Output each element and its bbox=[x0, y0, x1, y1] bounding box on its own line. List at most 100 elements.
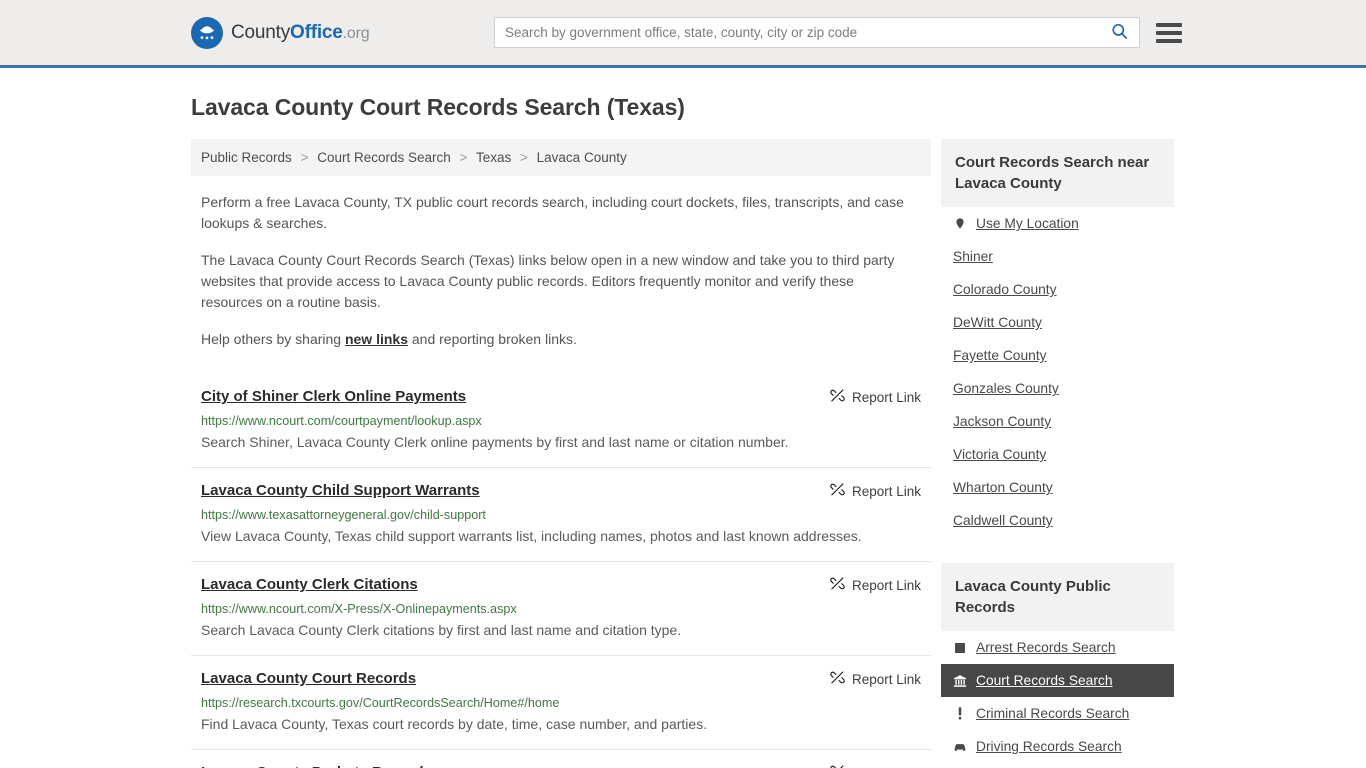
breadcrumb-separator: > bbox=[300, 150, 309, 165]
search-box bbox=[494, 17, 1140, 48]
report-link-button[interactable]: Report Link bbox=[830, 576, 931, 594]
result-header-row: Lavaca County Court Records Report Link bbox=[201, 670, 931, 688]
search-icon bbox=[1110, 22, 1129, 44]
result-description: Find Lavaca County, Texas court records … bbox=[201, 716, 708, 732]
result-title-link[interactable]: City of Shiner Clerk Online Payments bbox=[201, 388, 466, 405]
exclamation-icon bbox=[953, 707, 967, 721]
intro-paragraph-2: The Lavaca County Court Records Search (… bbox=[201, 252, 895, 310]
result-url: https://research.txcourts.gov/CourtRecor… bbox=[201, 696, 560, 710]
sidebar-nearby-item: Colorado County bbox=[941, 273, 1174, 306]
sidebar-public-records-block: Lavaca County Public Records Arrest Reco… bbox=[941, 563, 1174, 763]
sidebar-nearby-item: Caldwell County bbox=[941, 504, 1174, 537]
result-item: Lavaca County Probate Records Report Link… bbox=[191, 749, 931, 768]
report-link-button[interactable]: Report Link bbox=[830, 482, 931, 500]
sidebar-nearby-list: Use My Location Shiner Colorado County DeWi… bbox=[941, 207, 1174, 537]
sidebar-link-arrest-records-search[interactable]: Arrest Records Search bbox=[941, 631, 1174, 664]
sidebar-link-use-my-location[interactable]: Use My Location bbox=[941, 207, 1174, 240]
broken-link-icon bbox=[830, 576, 845, 594]
sidebar-nearby-item: Fayette County bbox=[941, 339, 1174, 372]
result-item: City of Shiner Clerk Online Payments Repo… bbox=[191, 374, 931, 467]
intro-paragraph-3: Help others by sharing new links and rep… bbox=[201, 329, 913, 350]
courthouse-icon bbox=[953, 674, 967, 688]
main-column: Public Records > Court Records Search > … bbox=[191, 139, 931, 768]
sidebar-link-label: Court Records Search bbox=[976, 673, 1113, 688]
site-logo[interactable]: CountyOffice.org bbox=[191, 16, 370, 49]
result-header-row: City of Shiner Clerk Online Payments Repo… bbox=[201, 388, 931, 406]
search-button[interactable] bbox=[1099, 18, 1139, 47]
sidebar-link-colorado-county[interactable]: Colorado County bbox=[941, 273, 1174, 306]
breadcrumb-item-lavaca-county: Lavaca County bbox=[536, 150, 627, 165]
sidebar-nearby-item: Use My Location bbox=[941, 207, 1174, 240]
sidebar-link-dewitt-county[interactable]: DeWitt County bbox=[941, 306, 1174, 339]
sidebar-link-label: Victoria County bbox=[953, 447, 1047, 462]
breadcrumb-item-court-records-search[interactable]: Court Records Search bbox=[317, 150, 451, 165]
report-link-label: Report Link bbox=[851, 483, 921, 499]
sidebar-public-records-heading: Lavaca County Public Records bbox=[941, 563, 1174, 631]
breadcrumb: Public Records > Court Records Search > … bbox=[191, 139, 931, 176]
sidebar-link-jackson-county[interactable]: Jackson County bbox=[941, 405, 1174, 438]
result-item: Lavaca County Court Records Report Link ht… bbox=[191, 655, 931, 749]
result-header-row: Lavaca County Child Support Warrants Repo… bbox=[201, 482, 931, 500]
result-description: Search Lavaca County Clerk citations by … bbox=[201, 622, 682, 638]
sidebar-link-criminal-records-search[interactable]: Criminal Records Search bbox=[941, 697, 1174, 730]
report-link-button[interactable]: Report Link bbox=[830, 388, 931, 406]
sidebar-link-wharton-county[interactable]: Wharton County bbox=[941, 471, 1174, 504]
sidebar-link-shiner[interactable]: Shiner bbox=[941, 240, 1174, 273]
sidebar-records-item: Driving Records Search bbox=[941, 730, 1174, 763]
sidebar-link-label: Gonzales County bbox=[953, 381, 1059, 396]
sidebar-nearby-item: Gonzales County bbox=[941, 372, 1174, 405]
breadcrumb-item-public-records[interactable]: Public Records bbox=[201, 150, 292, 165]
result-title-link[interactable]: Lavaca County Child Support Warrants bbox=[201, 482, 480, 499]
search-input[interactable] bbox=[495, 18, 1099, 47]
map-pin-icon bbox=[953, 217, 967, 231]
sidebar-link-fayette-county[interactable]: Fayette County bbox=[941, 339, 1174, 372]
report-link-label: Report Link bbox=[851, 671, 921, 687]
intro-paragraph-1: Perform a free Lavaca County, TX public … bbox=[201, 194, 904, 231]
breadcrumb-item-texas[interactable]: Texas bbox=[476, 150, 511, 165]
header-search-area bbox=[494, 17, 1182, 48]
report-link-button[interactable]: Report Link bbox=[830, 764, 931, 768]
new-links-link[interactable]: new links bbox=[345, 331, 408, 347]
result-item: Lavaca County Child Support Warrants Repo… bbox=[191, 467, 931, 561]
hamburger-bar bbox=[1156, 30, 1182, 35]
broken-link-icon bbox=[830, 670, 845, 688]
report-link-button[interactable]: Report Link bbox=[830, 670, 931, 688]
sidebar-records-item: Court Records Search bbox=[941, 664, 1174, 697]
result-url: https://www.ncourt.com/courtpayment/look… bbox=[201, 414, 482, 428]
sidebar-link-court-records-search[interactable]: Court Records Search bbox=[941, 664, 1174, 697]
sidebar-link-label: Caldwell County bbox=[953, 513, 1053, 528]
sidebar-nearby-item: Wharton County bbox=[941, 471, 1174, 504]
broken-link-icon bbox=[830, 388, 845, 406]
sidebar-nearby-item: Victoria County bbox=[941, 438, 1174, 471]
sidebar-link-victoria-county[interactable]: Victoria County bbox=[941, 438, 1174, 471]
sidebar-link-label: Driving Records Search bbox=[976, 739, 1122, 754]
breadcrumb-separator: > bbox=[520, 150, 528, 165]
sidebar-link-label: Arrest Records Search bbox=[976, 640, 1116, 655]
sidebar-records-item: Arrest Records Search bbox=[941, 631, 1174, 664]
sidebar-link-caldwell-county[interactable]: Caldwell County bbox=[941, 504, 1174, 537]
car-icon bbox=[953, 740, 967, 754]
sidebar-link-label: Wharton County bbox=[953, 480, 1053, 495]
result-description: View Lavaca County, Texas child support … bbox=[201, 528, 862, 544]
sidebar-link-driving-records-search[interactable]: Driving Records Search bbox=[941, 730, 1174, 763]
square-icon bbox=[953, 641, 967, 655]
logo-text-office: Office bbox=[290, 21, 343, 43]
sidebar: Court Records Search near Lavaca County … bbox=[941, 139, 1174, 768]
sidebar-link-gonzales-county[interactable]: Gonzales County bbox=[941, 372, 1174, 405]
sidebar-link-label: Criminal Records Search bbox=[976, 706, 1130, 721]
content-columns: Public Records > Court Records Search > … bbox=[191, 139, 1366, 768]
result-description: Search Shiner, Lavaca County Clerk onlin… bbox=[201, 434, 789, 450]
sidebar-nearby-heading: Court Records Search near Lavaca County bbox=[941, 139, 1174, 207]
eagle-seal-icon bbox=[191, 16, 223, 49]
result-item: Lavaca County Clerk Citations Report Link… bbox=[191, 561, 931, 655]
sidebar-nearby-item: Shiner bbox=[941, 240, 1174, 273]
hamburger-menu-icon[interactable] bbox=[1156, 22, 1182, 43]
result-title-link[interactable]: Lavaca County Clerk Citations bbox=[201, 576, 418, 593]
sidebar-link-label: Use My Location bbox=[976, 216, 1079, 231]
broken-link-icon bbox=[830, 482, 845, 500]
result-title-link[interactable]: Lavaca County Probate Records bbox=[201, 764, 432, 768]
result-title-link[interactable]: Lavaca County Court Records bbox=[201, 670, 416, 687]
result-header-row: Lavaca County Probate Records Report Link bbox=[201, 764, 931, 768]
result-url: https://www.ncourt.com/X-Press/X-Onlinep… bbox=[201, 602, 517, 616]
sidebar-link-label: Fayette County bbox=[953, 348, 1047, 363]
